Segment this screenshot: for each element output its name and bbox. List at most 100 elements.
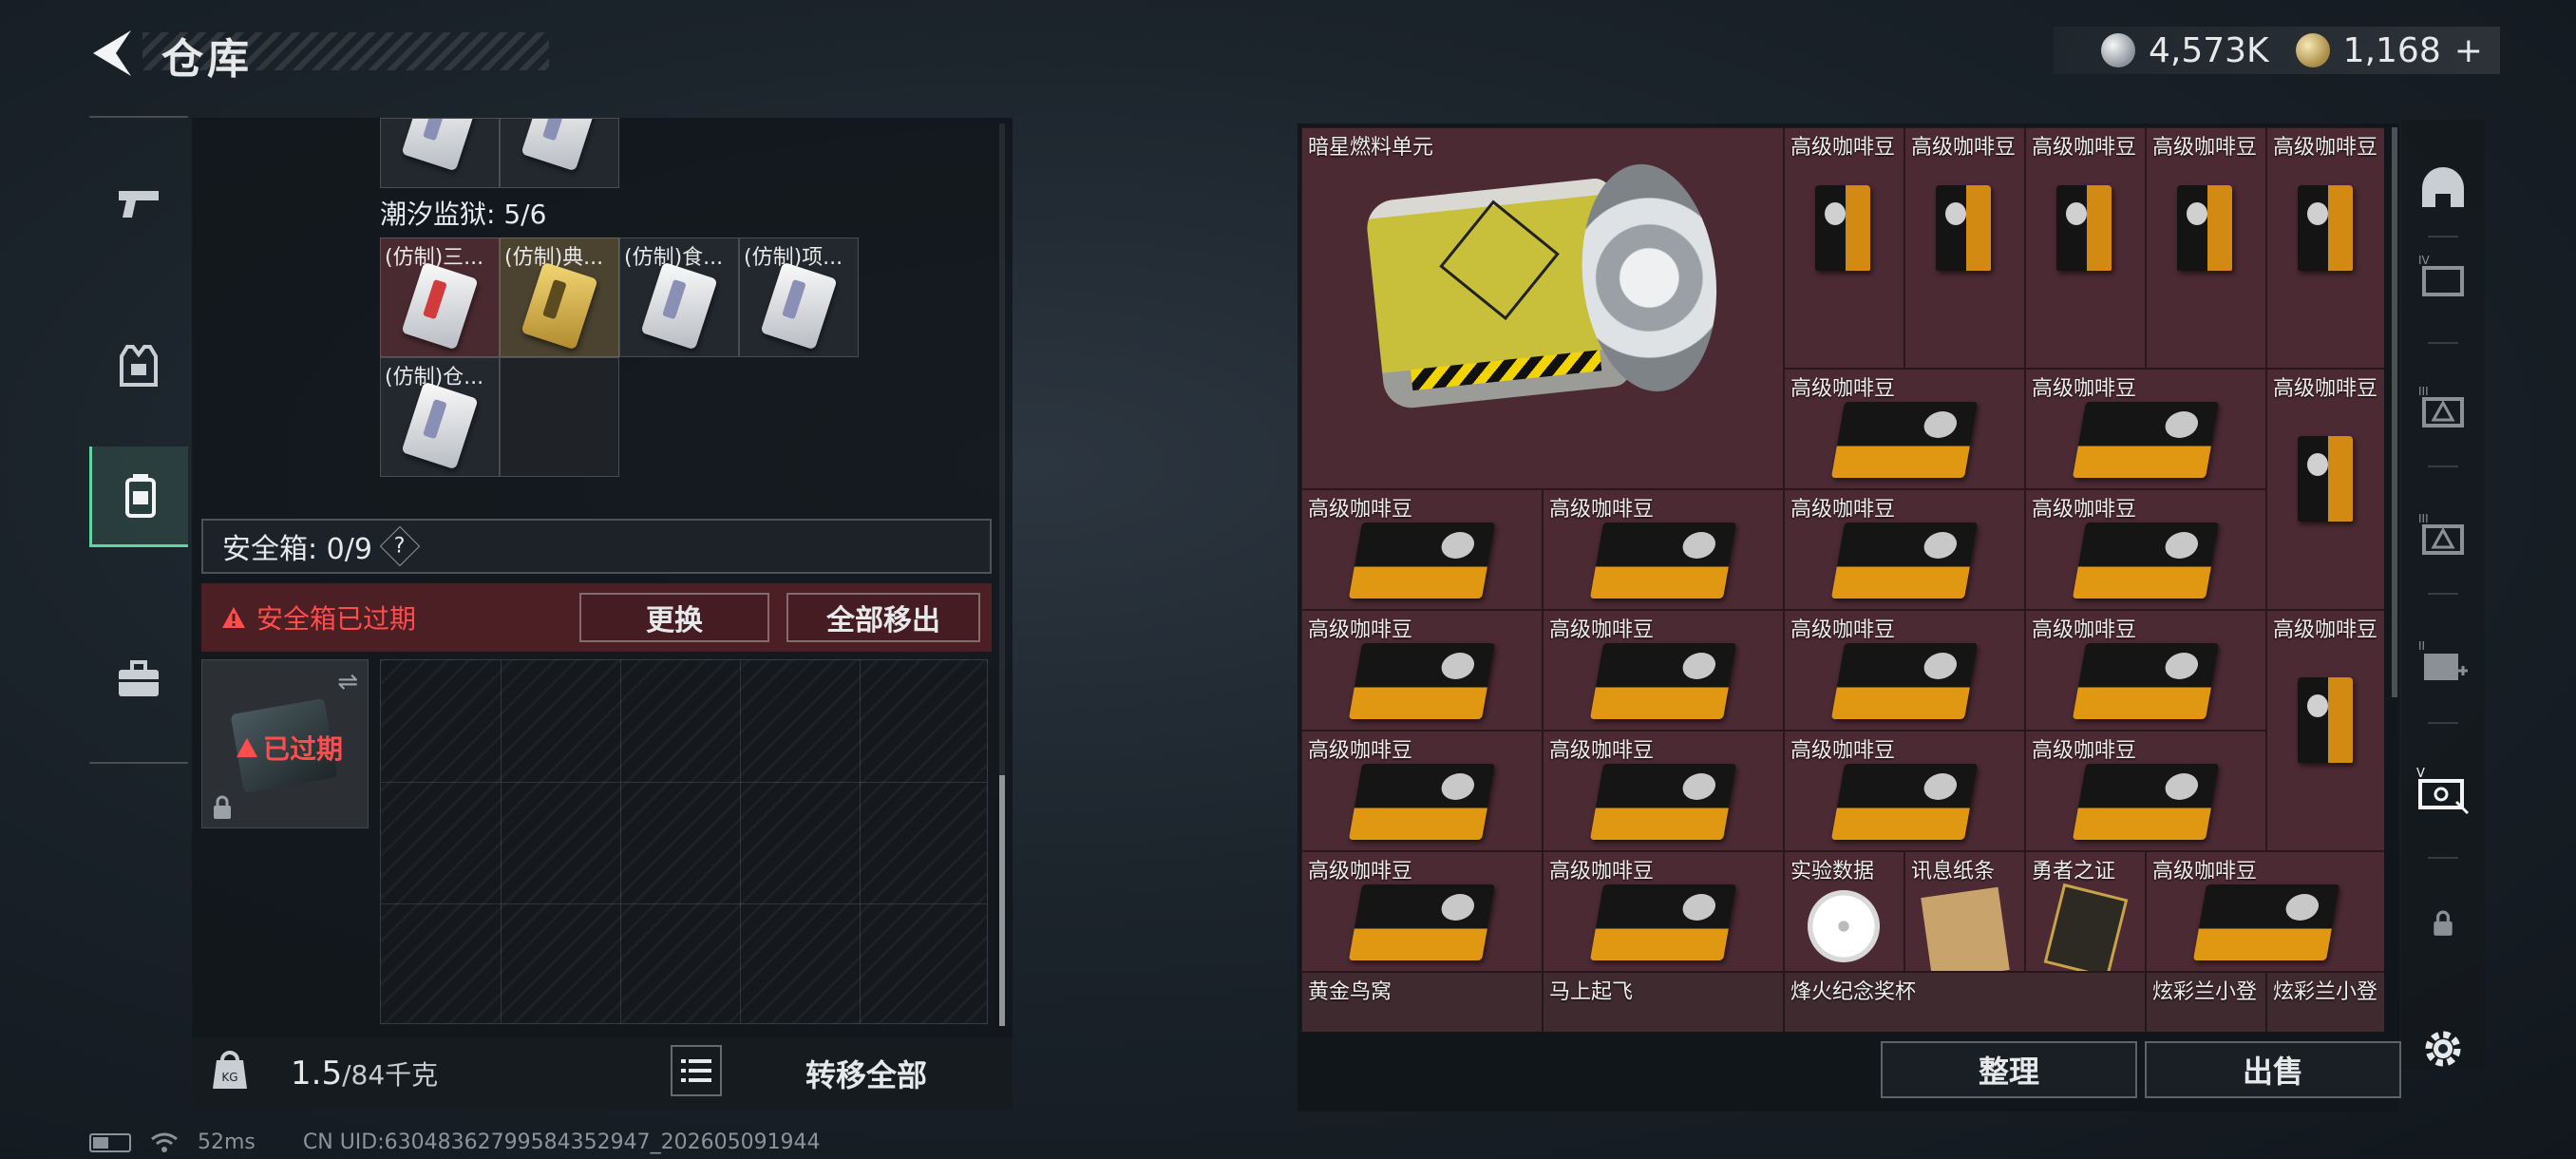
warehouse-item-coffee[interactable]: 高级咖啡豆	[2146, 851, 2384, 972]
warehouse-item-coffee[interactable]: 高级咖啡豆	[1543, 489, 1784, 610]
warehouse-item-fuel-unit[interactable]: 暗星燃料单元	[1301, 127, 1784, 489]
warehouse-item-coffee[interactable]: 高级咖啡豆	[2025, 489, 2266, 610]
warehouse-scrollbar[interactable]	[2392, 127, 2397, 697]
warehouse-item-coffee[interactable]: 高级咖啡豆	[1784, 610, 2025, 731]
svg-text:IV: IV	[2418, 254, 2431, 267]
remove-all-button[interactable]: 全部移出	[786, 593, 980, 642]
category-toolbox[interactable]	[89, 629, 188, 730]
category-armor[interactable]	[89, 315, 188, 416]
warehouse-item-coffee[interactable]: 高级咖啡豆	[2266, 127, 2384, 369]
gear-icon	[2425, 1031, 2461, 1067]
warehouse-tab-iii-b[interactable]: III	[2413, 504, 2473, 564]
svg-text:II: II	[2418, 639, 2425, 653]
card-item-icon	[760, 261, 838, 351]
item-slot[interactable]: (仿制)仓...	[380, 357, 500, 477]
empty-slot[interactable]	[500, 357, 619, 477]
warehouse-item-figure[interactable]: 炫彩兰小登	[2146, 972, 2266, 1032]
warehouse-item-coffee[interactable]: 高级咖啡豆	[1904, 127, 2025, 369]
safebox-grid[interactable]	[380, 659, 988, 1024]
sell-button[interactable]: 出售	[2145, 1041, 2401, 1098]
coffee-bag-icon	[1830, 402, 1979, 478]
warehouse-item-coffee[interactable]: 高级咖啡豆	[2266, 610, 2384, 851]
warehouse-item-coffee[interactable]: 高级咖啡豆	[1784, 731, 2025, 851]
backpack-scroll-thumb[interactable]	[999, 775, 1005, 1026]
card-item-icon	[521, 261, 598, 351]
warehouse-item-coffee[interactable]: 高级咖啡豆	[2025, 731, 2266, 851]
coffee-bag-icon	[1815, 185, 1870, 271]
svg-text:KG: KG	[221, 1071, 237, 1084]
warehouse-item-coffee[interactable]: 高级咖啡豆	[1301, 489, 1543, 610]
safebox-thumbnail[interactable]: ⇌ 已过期	[201, 659, 369, 828]
help-icon[interactable]: ?	[379, 525, 421, 567]
item-slot[interactable]	[380, 118, 500, 188]
warehouse-item-coffee[interactable]: 高级咖啡豆	[1301, 731, 1543, 851]
svg-text:III: III	[2418, 385, 2429, 398]
silver-coin-icon	[2101, 33, 2135, 67]
coffee-bag-icon	[1830, 764, 1979, 840]
warehouse-item-take-off[interactable]: 马上起飞	[1543, 972, 1784, 1032]
tier-iii-box-alt-icon: III	[2418, 512, 2464, 555]
warehouse-item-coffee[interactable]: 高级咖啡豆	[2025, 610, 2266, 731]
warehouse-item-coffee[interactable]: 高级咖啡豆	[1784, 127, 1904, 369]
warehouse-tab-locked[interactable]	[2413, 893, 2473, 954]
weight-value: 1.5	[291, 1054, 343, 1092]
card-item-icon	[401, 381, 479, 470]
warehouse-item-coffee[interactable]: 高级咖啡豆	[1301, 610, 1543, 731]
disc-icon	[1808, 890, 1880, 962]
warehouse-tab-helmet[interactable]	[2413, 160, 2473, 220]
carry-weight: 1.5/84千克	[291, 1054, 438, 1092]
warehouse-item-coffee[interactable]: 高级咖啡豆	[1543, 731, 1784, 851]
safebox-expired-label: 已过期	[263, 733, 344, 765]
item-slot[interactable]: (仿制)项...	[739, 238, 859, 357]
coffee-bag-icon	[1936, 185, 1991, 271]
warehouse-item-coffee[interactable]: 高级咖啡豆	[1784, 489, 2025, 610]
category-weapons[interactable]	[89, 154, 188, 255]
item-slot[interactable]: (仿制)食...	[619, 238, 739, 357]
warehouse-item-experiment-data[interactable]: 实验数据	[1784, 851, 1904, 972]
coffee-bag-icon	[1830, 643, 1979, 719]
warehouse-item-hero-badge[interactable]: 勇者之证	[2025, 851, 2146, 972]
category-backpack[interactable]	[89, 446, 188, 547]
warehouse-item-coffee[interactable]: 高级咖啡豆	[2025, 127, 2146, 369]
warehouse-tab-iv[interactable]: IV	[2413, 245, 2473, 306]
coffee-bag-icon	[2298, 436, 2353, 522]
lock-icon	[214, 795, 231, 819]
settings-button[interactable]	[2413, 1018, 2473, 1079]
warehouse-item-figure[interactable]: 炫彩兰小登	[2266, 972, 2384, 1032]
add-currency-button[interactable]: +	[2454, 31, 2483, 70]
armor-vest-icon	[120, 345, 158, 387]
back-button[interactable]	[87, 27, 135, 80]
warehouse-tab-v-active[interactable]: V	[2413, 760, 2473, 821]
warehouse-item-coffee[interactable]: 高级咖啡豆	[2025, 369, 2266, 489]
item-slot[interactable]	[500, 118, 619, 188]
warehouse-item-trophy[interactable]: 烽火纪念奖杯	[1784, 972, 2146, 1032]
ping-value: 52ms	[198, 1130, 256, 1154]
coffee-bag-icon	[1348, 522, 1496, 598]
transfer-all-button[interactable]: 转移全部	[735, 1037, 997, 1110]
item-slot[interactable]: (仿制)典...	[500, 238, 619, 357]
list-view-button[interactable]	[671, 1045, 722, 1096]
item-slot[interactable]: (仿制)三...	[380, 238, 500, 357]
back-arrow-icon	[93, 30, 131, 76]
paper-note-icon	[1921, 886, 2010, 971]
warehouse-item-coffee[interactable]: 高级咖啡豆	[1543, 610, 1784, 731]
currency-bar: 4,573K 1,168 +	[2054, 27, 2500, 74]
card-item-icon	[640, 261, 718, 351]
warehouse-tab-iii-a[interactable]: III	[2413, 376, 2473, 437]
replace-button[interactable]: 更换	[579, 593, 769, 642]
warehouse-item-message-note[interactable]: 讯息纸条	[1904, 851, 2025, 972]
warehouse-item-coffee[interactable]: 高级咖啡豆	[1543, 851, 1784, 972]
helmet-icon	[2422, 167, 2464, 207]
warehouse-tab-ii-add[interactable]: II	[2413, 631, 2473, 692]
card-item-icon	[521, 119, 598, 172]
swap-icon[interactable]: ⇌	[337, 668, 358, 696]
warehouse-item-coffee[interactable]: 高级咖啡豆	[1301, 851, 1543, 972]
coffee-bag-icon	[1589, 764, 1737, 840]
warehouse-item-coffee[interactable]: 高级咖啡豆	[1784, 369, 2025, 489]
lock-icon	[2434, 910, 2453, 936]
warehouse-item-coffee[interactable]: 高级咖啡豆	[2266, 369, 2384, 610]
warehouse-item-coffee[interactable]: 高级咖啡豆	[2146, 127, 2266, 369]
warehouse-item-golden-nest[interactable]: 黄金鸟窝	[1301, 972, 1543, 1032]
sort-button[interactable]: 整理	[1881, 1041, 2137, 1098]
storage-section-title: 潮汐监狱: 5/6	[380, 199, 547, 230]
